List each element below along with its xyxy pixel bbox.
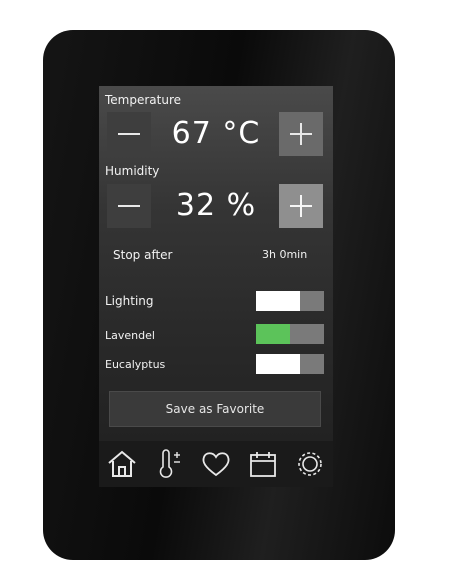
stop-after-label: Stop after (113, 248, 173, 262)
minus-icon (118, 133, 140, 135)
bottom-nav-bar (99, 441, 333, 487)
heart-icon (202, 452, 230, 477)
temperature-label: Temperature (105, 93, 182, 107)
temperature-increase-button[interactable] (279, 112, 323, 156)
humidity-label: Humidity (105, 164, 160, 178)
plus-icon (290, 195, 312, 217)
thermometer-icon (159, 449, 181, 478)
home-icon (108, 450, 137, 477)
humidity-increase-button[interactable] (279, 184, 323, 228)
settings-gear-icon (297, 452, 322, 476)
nav-schedule[interactable] (245, 446, 281, 482)
toggle-track (300, 354, 324, 374)
lavendel-toggle[interactable] (256, 324, 324, 344)
toggle-track (290, 324, 324, 344)
eucalyptus-toggle[interactable] (256, 354, 324, 374)
save-as-favorite-button[interactable]: Save as Favorite (109, 391, 321, 427)
temperature-value: 67 °C (171, 116, 261, 151)
minus-icon (118, 205, 140, 207)
eucalyptus-label: Eucalyptus (105, 358, 166, 371)
lavendel-label: Lavendel (105, 329, 155, 342)
stop-after-value[interactable]: 3h 0min (262, 248, 307, 261)
toggle-track (300, 291, 324, 311)
toggle-knob (256, 324, 290, 344)
lighting-label: Lighting (105, 294, 154, 308)
nav-home[interactable] (104, 446, 140, 482)
temperature-decrease-button[interactable] (107, 112, 151, 156)
nav-temperature[interactable] (151, 446, 187, 482)
plus-icon (290, 123, 312, 145)
lighting-toggle[interactable] (256, 291, 324, 311)
nav-settings[interactable] (292, 446, 328, 482)
nav-favorites[interactable] (198, 446, 234, 482)
humidity-value: 32 % (175, 188, 257, 223)
toggle-knob (256, 291, 300, 311)
humidity-decrease-button[interactable] (107, 184, 151, 228)
toggle-knob (256, 354, 300, 374)
calendar-icon (249, 452, 276, 477)
touch-screen: Temperature 67 °C Humidity 32 % Stop aft… (99, 86, 333, 487)
